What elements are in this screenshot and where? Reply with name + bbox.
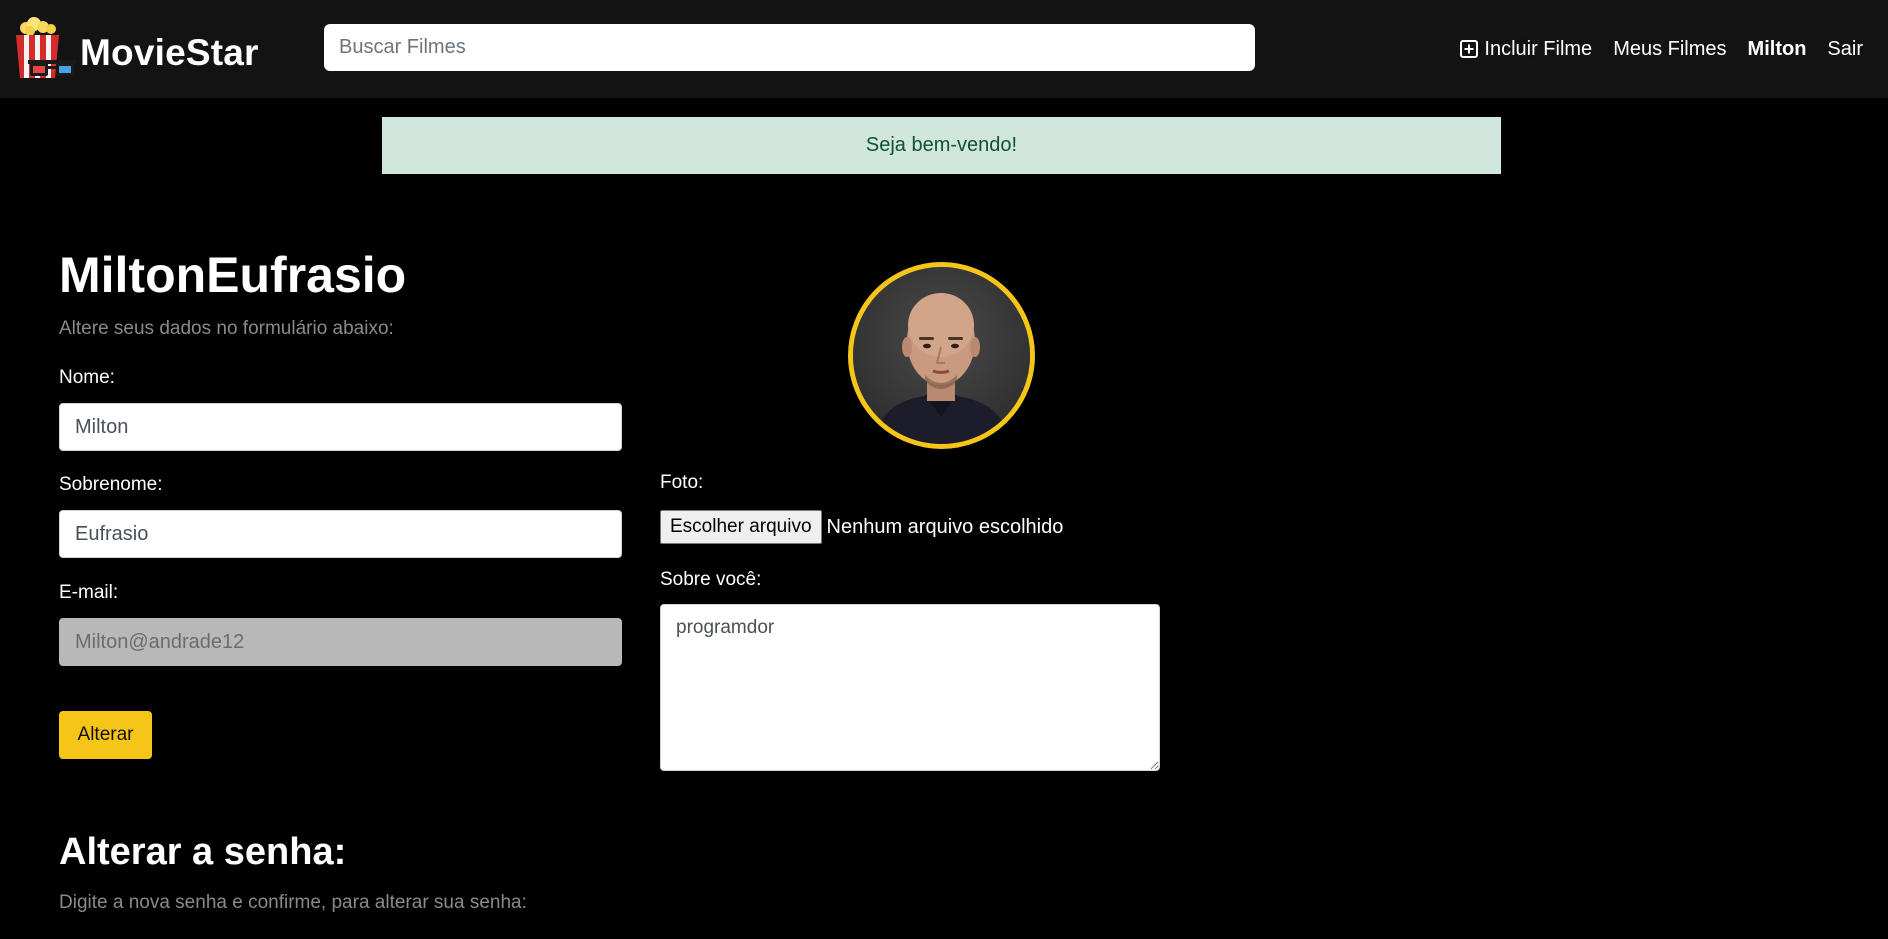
save-button[interactable]: Alterar xyxy=(59,711,152,759)
choose-file-button[interactable]: Escolher arquivo xyxy=(660,510,822,544)
bio-textarea[interactable]: programdor xyxy=(660,604,1160,771)
add-movie-label: Incluir Filme xyxy=(1484,37,1593,60)
name-input[interactable] xyxy=(59,403,622,451)
change-password-subtitle: Digite a nova senha e confirme, para alt… xyxy=(59,892,527,913)
bio-label: Sobre você: xyxy=(660,569,762,590)
my-movies-link[interactable]: Meus Filmes xyxy=(1613,38,1726,61)
user-profile-link[interactable]: Milton xyxy=(1748,38,1807,61)
page-subtitle: Altere seus dados no formulário abaixo: xyxy=(59,318,394,339)
add-movie-link[interactable]: Incluir Filme xyxy=(1460,38,1592,61)
logout-link[interactable]: Sair xyxy=(1827,38,1863,61)
name-label: Nome: xyxy=(59,367,115,388)
search-input[interactable] xyxy=(324,24,1184,71)
plus-square-icon xyxy=(1460,40,1479,58)
navbar: MovieStar Incluir Filme Meus Filmes Milt… xyxy=(0,0,1888,98)
page-title: MiltonEufrasio xyxy=(59,247,407,303)
email-label: E-mail: xyxy=(59,582,119,603)
brand-link[interactable]: MovieStar xyxy=(12,14,259,84)
nav-links: Incluir Filme Meus Filmes Milton Sair xyxy=(1460,0,1863,98)
lastname-input[interactable] xyxy=(59,510,622,558)
brand-name: MovieStar xyxy=(80,32,259,73)
welcome-alert: Seja bem-vendo! xyxy=(382,117,1501,174)
profile-avatar xyxy=(848,262,1035,449)
photo-label: Foto: xyxy=(660,472,704,493)
popcorn-3d-glasses-logo-icon xyxy=(16,17,76,78)
profile-photo-image xyxy=(853,267,1030,444)
file-status: Nenhum arquivo escolhido xyxy=(826,515,1064,538)
lastname-label: Sobrenome: xyxy=(59,474,163,495)
email-input xyxy=(59,618,622,666)
file-input[interactable]: Escolher arquivo Nenhum arquivo escolhid… xyxy=(660,510,1063,544)
change-password-title: Alterar a senha: xyxy=(59,831,347,873)
search-form xyxy=(324,24,1534,71)
